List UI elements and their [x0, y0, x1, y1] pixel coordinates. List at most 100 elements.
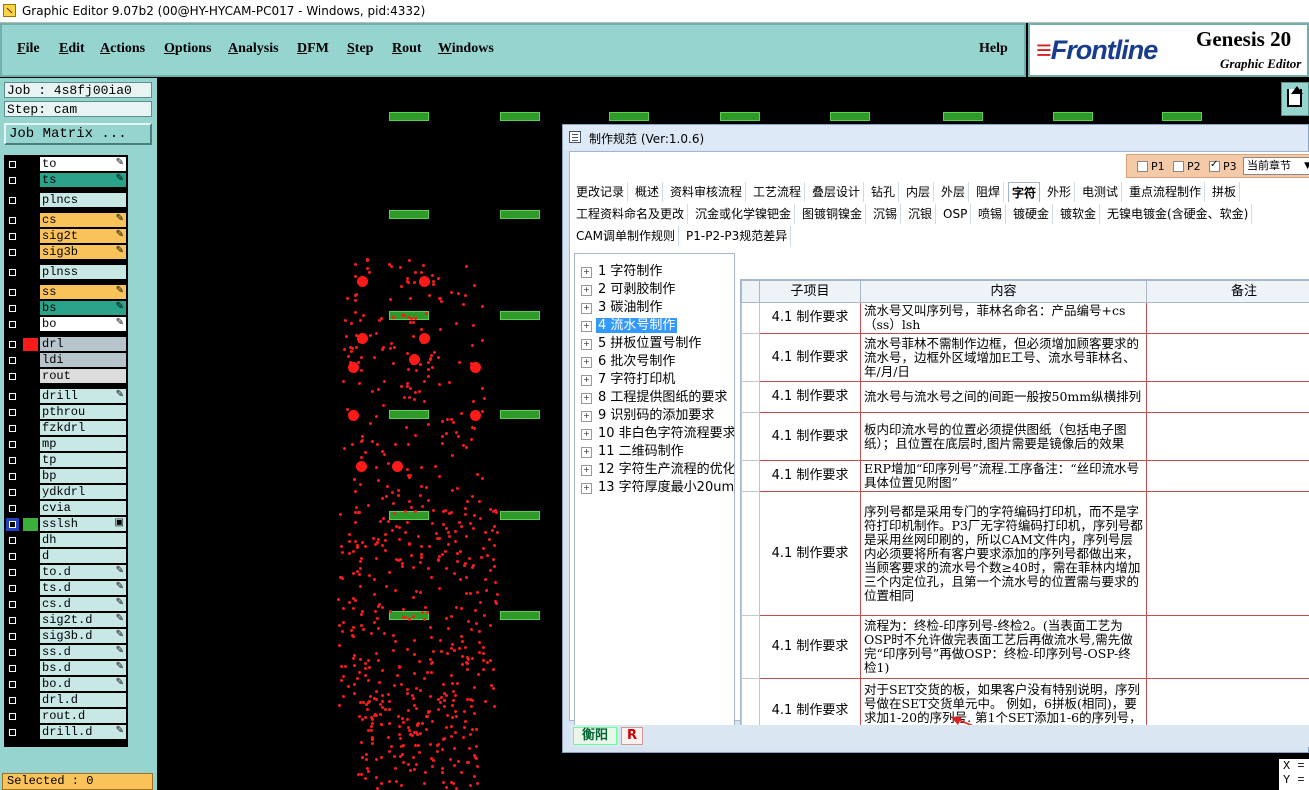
row-selector[interactable]: [741, 460, 760, 492]
layer-name[interactable]: fzkdrl: [40, 421, 126, 435]
layer-name[interactable]: ldi: [40, 353, 126, 367]
layer-color-swatch[interactable]: [23, 470, 38, 483]
layer-row[interactable]: mp: [4, 437, 128, 452]
layer-color-swatch[interactable]: [23, 354, 38, 367]
layer-color-swatch[interactable]: [23, 534, 38, 547]
tab-8[interactable]: 镀硬金: [1010, 204, 1054, 224]
layer-row[interactable]: sig2t.d ✎: [4, 613, 128, 628]
tab-11[interactable]: 外形: [1044, 182, 1076, 202]
cell-sub[interactable]: 4.1 制作要求: [759, 333, 861, 382]
layer-name[interactable]: sig2t.d ✎: [40, 613, 126, 627]
layer-checkbox[interactable]: [6, 694, 19, 707]
layer-checkbox[interactable]: [6, 646, 19, 659]
layer-row[interactable]: bo ✎: [4, 317, 128, 332]
expand-icon[interactable]: +: [581, 321, 592, 332]
tab-10[interactable]: 无镍电镀金(含硬金、软金): [1104, 204, 1253, 224]
layer-checkbox[interactable]: [6, 194, 19, 207]
layer-color-swatch[interactable]: [23, 246, 38, 259]
table-row[interactable]: 4.1 制作要求 流程为：终检-印序列号-终检2。(当表面工艺为OSP时不允许做完…: [741, 615, 1309, 679]
layer-name[interactable]: plnss: [40, 265, 126, 279]
layer-checkbox[interactable]: [6, 214, 19, 227]
layer-name[interactable]: drill.d ✎: [40, 725, 126, 739]
layer-name[interactable]: ss.d ✎: [40, 645, 126, 659]
tree-node[interactable]: +9 识别码的添加要求: [581, 407, 734, 424]
layer-color-swatch[interactable]: [23, 694, 38, 707]
menu-help[interactable]: Help: [979, 41, 1008, 57]
layer-color-swatch[interactable]: [23, 646, 38, 659]
layer-checkbox[interactable]: [6, 486, 19, 499]
tab-1[interactable]: 更改记录: [573, 182, 629, 202]
layer-row[interactable]: sig2t ✎: [4, 229, 128, 244]
layer-checkbox[interactable]: [6, 338, 19, 351]
table-row[interactable]: 4.1 制作要求 流水号又叫序列号，菲林名命名：产品编号+cs（ss）lsh: [741, 302, 1309, 334]
layer-color-swatch[interactable]: [23, 230, 38, 243]
layer-color-swatch[interactable]: [23, 630, 38, 643]
tab-14[interactable]: 拼板: [1209, 182, 1241, 202]
layer-row[interactable]: ss ✎: [4, 285, 128, 300]
layer-checkbox[interactable]: [6, 534, 19, 547]
expand-icon[interactable]: +: [581, 393, 592, 404]
layer-row[interactable]: ydkdrl: [4, 485, 128, 500]
expand-icon[interactable]: +: [581, 447, 592, 458]
col-header-remark[interactable]: 备注: [1146, 280, 1309, 303]
layer-row[interactable]: ts ✎: [4, 173, 128, 188]
layer-checkbox[interactable]: [6, 318, 19, 331]
layer-name[interactable]: bp: [40, 469, 126, 483]
table-row[interactable]: 4.1 制作要求 流水号与流水号之间的间距一般按50mm纵横排列: [741, 381, 1309, 413]
layer-checkbox[interactable]: [6, 726, 19, 739]
layer-color-swatch[interactable]: [23, 566, 38, 579]
p2-checkbox[interactable]: [1173, 161, 1184, 172]
layer-color-swatch[interactable]: [23, 174, 38, 187]
dialog-titlebar[interactable]: 制作规范 (Ver:1.0.6): [563, 125, 1308, 150]
tab-1[interactable]: 工程资料命名及更改: [573, 204, 689, 224]
tab-2[interactable]: 概述: [632, 182, 664, 202]
layer-row[interactable]: d: [4, 549, 128, 564]
layer-color-swatch[interactable]: [23, 726, 38, 739]
cell-remark[interactable]: [1146, 491, 1309, 616]
row-selector[interactable]: [741, 381, 760, 413]
cell-remark[interactable]: [1146, 412, 1309, 461]
layer-row[interactable]: bs.d ✎: [4, 661, 128, 676]
layer-color-swatch[interactable]: [23, 550, 38, 563]
layer-color-swatch[interactable]: [23, 406, 38, 419]
tab-12[interactable]: 电测试: [1079, 182, 1123, 202]
layer-name[interactable]: bs ✎: [40, 301, 126, 315]
layer-row[interactable]: sig3b.d ✎: [4, 629, 128, 644]
layer-color-swatch[interactable]: [23, 518, 38, 531]
layer-name[interactable]: ss ✎: [40, 285, 126, 299]
layer-color-swatch[interactable]: [23, 582, 38, 595]
layer-row[interactable]: bo.d ✎: [4, 677, 128, 692]
layer-name[interactable]: ydkdrl: [40, 485, 126, 499]
layer-checkbox[interactable]: [6, 354, 19, 367]
layer-row[interactable]: rout: [4, 369, 128, 384]
layer-checkbox[interactable]: [6, 598, 19, 611]
layer-checkbox[interactable]: [6, 454, 19, 467]
r-badge[interactable]: R: [621, 727, 643, 745]
cell-sub[interactable]: 4.1 制作要求: [759, 302, 861, 334]
layer-name[interactable]: mp: [40, 437, 126, 451]
layer-color-swatch[interactable]: [23, 390, 38, 403]
layer-row[interactable]: tp: [4, 453, 128, 468]
layer-row[interactable]: drl: [4, 337, 128, 352]
layer-color-swatch[interactable]: [23, 266, 38, 279]
menu-actions[interactable]: Actions: [100, 41, 145, 57]
layer-name[interactable]: sig2t ✎: [40, 229, 126, 243]
layer-color-swatch[interactable]: [23, 598, 38, 611]
layer-row[interactable]: cs.d ✎: [4, 597, 128, 612]
expand-icon[interactable]: +: [581, 339, 592, 350]
layer-checkbox[interactable]: [6, 550, 19, 563]
cell-content[interactable]: 序列号都是采用专门的字符编码打印机，而不是字符打印机制作。P3厂无字符编码打印机…: [860, 491, 1147, 616]
menu-edit[interactable]: Edit: [59, 41, 85, 57]
tree-node[interactable]: +12 字符生产流程的优化: [581, 461, 734, 478]
layer-name[interactable]: dh: [40, 533, 126, 547]
col-header-content[interactable]: 内容: [860, 280, 1147, 303]
menu-file[interactable]: File: [17, 41, 40, 57]
site-badge[interactable]: 衡阳: [573, 727, 617, 745]
tree-node[interactable]: +8 工程提供图纸的要求: [581, 389, 734, 406]
p3-checkbox[interactable]: [1209, 159, 1220, 172]
expand-icon[interactable]: +: [581, 357, 592, 368]
cell-sub[interactable]: 4.1 制作要求: [759, 412, 861, 461]
layer-row[interactable]: bp: [4, 469, 128, 484]
layer-name[interactable]: drl.d: [40, 693, 126, 707]
expand-icon[interactable]: +: [581, 483, 592, 494]
